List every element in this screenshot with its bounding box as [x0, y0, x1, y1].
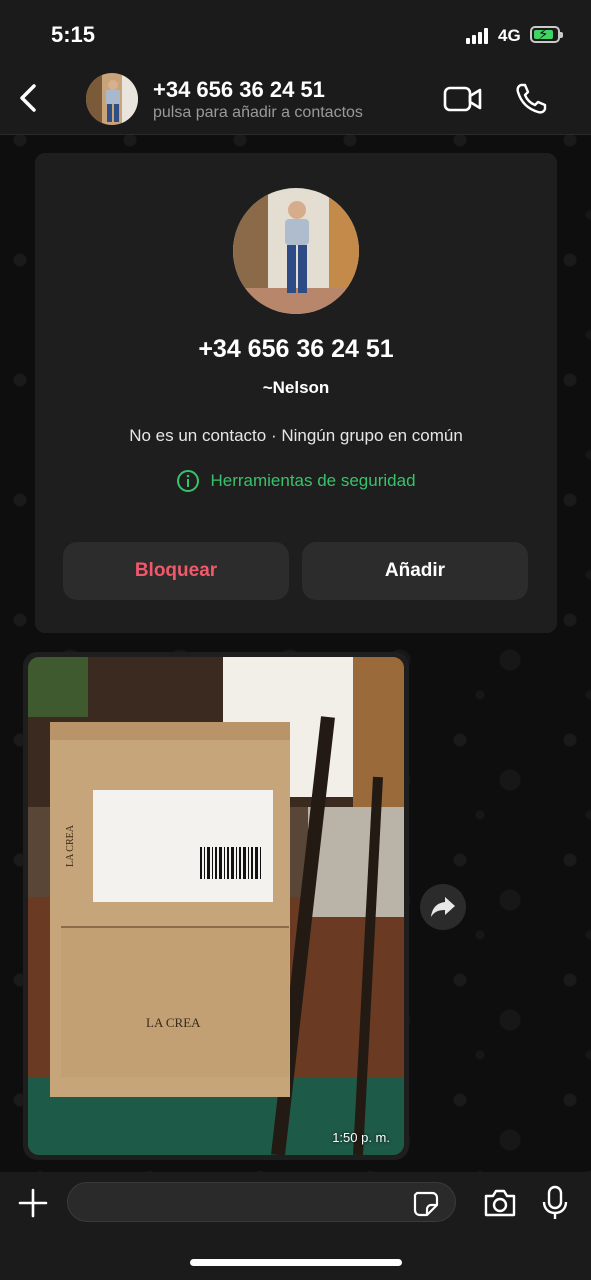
status-time: 5:15 — [51, 22, 96, 47]
network-type: 4G — [498, 26, 521, 45]
status-bar: 5:15 4G ⚡ — [0, 0, 591, 66]
mic-icon[interactable] — [540, 1184, 570, 1222]
message-time: 1:50 p. m. — [332, 1130, 390, 1145]
header-title[interactable]: +34 656 36 24 51 — [153, 77, 325, 103]
contact-info: No es un contacto · Ningún grupo en comú… — [129, 426, 463, 445]
chat-header: +34 656 36 24 51 pulsa para añadir a con… — [0, 66, 591, 135]
info-icon — [176, 469, 200, 493]
phone-call-icon[interactable] — [512, 80, 550, 118]
safety-tools-label: Herramientas de seguridad — [210, 471, 416, 490]
contact-name: ~Nelson — [262, 378, 330, 397]
forward-icon[interactable] — [420, 884, 466, 930]
signal-icon — [466, 28, 492, 44]
unknown-contact-card: +34 656 36 24 51 ~Nelson No es un contac… — [35, 153, 557, 633]
battery-icon: ⚡ — [530, 26, 563, 43]
safety-tools-link[interactable]: Herramientas de seguridad — [35, 469, 557, 493]
contact-avatar[interactable] — [86, 73, 138, 125]
home-indicator — [190, 1259, 402, 1266]
box-brand-label-1: LA CREA — [65, 824, 76, 867]
contact-phone: +34 656 36 24 51 — [198, 335, 394, 363]
header-subtitle[interactable]: pulsa para añadir a contactos — [153, 104, 363, 122]
video-call-icon[interactable] — [442, 82, 484, 116]
message-photo[interactable]: LA CREA LA CREA 1:50 p. m. — [28, 657, 404, 1155]
add-button[interactable]: Añadir — [302, 542, 528, 600]
plus-icon[interactable] — [16, 1186, 50, 1220]
image-message[interactable]: LA CREA LA CREA 1:50 p. m. — [23, 652, 409, 1160]
message-input-field[interactable] — [67, 1182, 456, 1222]
message-input[interactable] — [82, 1189, 406, 1217]
contact-profile-photo[interactable] — [233, 188, 359, 314]
back-icon[interactable] — [14, 78, 44, 118]
sticker-icon[interactable] — [412, 1190, 440, 1218]
block-button[interactable]: Bloquear — [63, 542, 289, 600]
camera-icon[interactable] — [482, 1187, 518, 1219]
box-brand-label-2: LA CREA — [146, 1015, 201, 1030]
